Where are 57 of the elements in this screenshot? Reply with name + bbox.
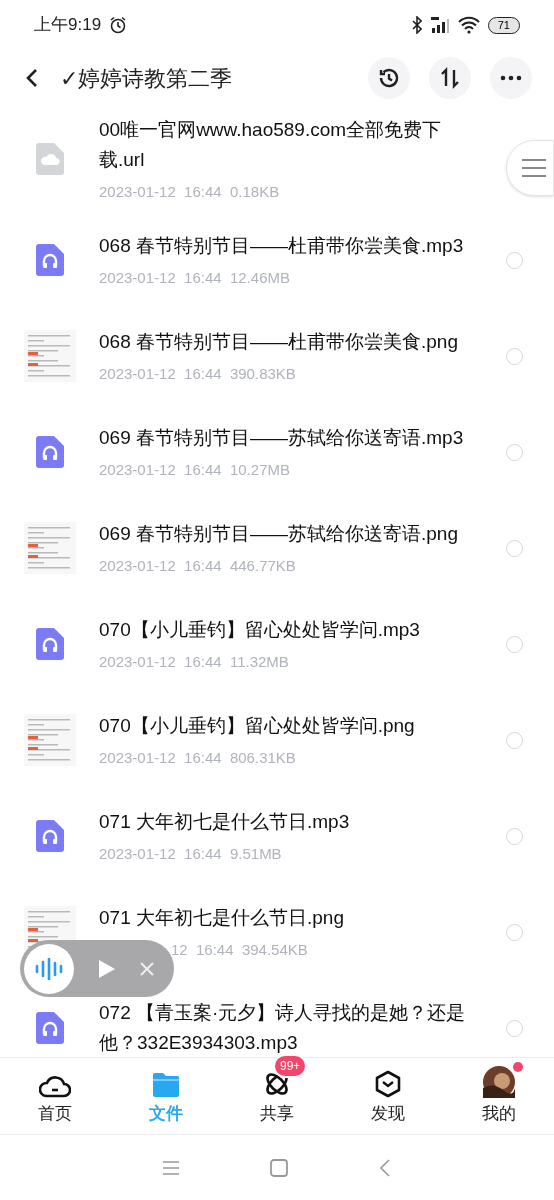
sort-button[interactable]: [429, 57, 471, 99]
menu-icon[interactable]: [162, 1159, 180, 1176]
audio-file-icon: [36, 628, 64, 660]
play-icon[interactable]: [98, 958, 116, 979]
sort-icon: [439, 67, 461, 89]
file-name: 070【小儿垂钓】留心处处皆学问.png: [99, 713, 416, 738]
count-badge: 99+: [273, 1053, 308, 1078]
alarm-icon: [109, 16, 128, 34]
file-name: 071 大年初七是什么节日.mp3: [99, 809, 351, 834]
file-name: 070【小儿垂钓】留心处处皆学问.mp3: [99, 617, 421, 642]
audio-file-icon: [36, 244, 64, 276]
nav-tab[interactable]: 我的: [443, 1058, 554, 1134]
history-button[interactable]: [368, 57, 410, 99]
folder-icon: [151, 1071, 182, 1098]
more-button[interactable]: [490, 57, 532, 99]
document-thumbnail: [24, 714, 76, 766]
file-name: 069 春节特别节目——苏轼给你送寄语.mp3: [99, 425, 465, 450]
hexagon-icon: [373, 1069, 402, 1098]
home-square-icon[interactable]: [270, 1158, 288, 1177]
file-name: 068 春节特别节目——杜甫带你尝美食.mp3: [99, 233, 465, 258]
side-drawer-handle[interactable]: [506, 140, 554, 196]
folder-title: ✓婷婷诗教第二季: [60, 64, 232, 93]
file-meta: 2023-01-12 16:44 446.77KB: [99, 555, 296, 576]
bluetooth-icon: [411, 16, 422, 34]
file-name: 072 【青玉案·元夕】诗人寻找的是她？还是他？332E3934303.mp3: [99, 1001, 467, 1055]
nav-tab[interactable]: 发现: [332, 1058, 444, 1134]
history-icon: [377, 66, 401, 90]
back-icon[interactable]: [24, 67, 40, 89]
file-name: 00唯一官网www.hao589.com全部免费下载.url: [99, 117, 443, 172]
close-icon[interactable]: [140, 961, 154, 976]
file-name: 069 春节特别节目——苏轼给你送寄语.png: [99, 521, 459, 546]
file-meta: 2023-01-12 16:44 11.32MB: [99, 651, 289, 672]
file-meta: 2023-01-12 16:44 806.31KB: [99, 747, 296, 768]
nav-tab[interactable]: 首页: [0, 1058, 111, 1134]
floating-player[interactable]: [20, 940, 174, 997]
more-icon: [500, 75, 522, 81]
file-meta: 12 16:44 394.54KB: [171, 939, 308, 960]
menu-icon: [521, 158, 547, 178]
audio-file-icon: [36, 436, 64, 468]
file-name: 068 春节特别节目——杜甫带你尝美食.png: [99, 329, 459, 354]
file-meta: 2023-01-12 16:44 0.18KB: [99, 181, 280, 202]
avatar-icon: [482, 1065, 515, 1098]
waveform-icon: [35, 957, 63, 980]
file-meta: 2023-01-12 16:44 9.51MB: [99, 843, 282, 864]
document-thumbnail: [24, 522, 76, 574]
battery-indicator: 71: [487, 16, 520, 34]
signal-icon: [429, 16, 450, 34]
file-name: 071 大年初七是什么节日.png: [99, 905, 345, 930]
file-meta: 2023-01-12 16:44 10.27MB: [99, 459, 290, 480]
file-meta: 2023-01-12 16:44 12.46MB: [99, 267, 290, 288]
audio-file-icon: [36, 1012, 64, 1044]
audio-file-icon: [36, 820, 64, 852]
wifi-icon: [457, 16, 480, 34]
document-thumbnail: [24, 330, 76, 382]
clock-time: 上午9:19: [34, 14, 102, 37]
file-meta: 2023-01-12 16:44 390.83KB: [99, 363, 296, 384]
cloud-file-icon: [36, 143, 64, 175]
